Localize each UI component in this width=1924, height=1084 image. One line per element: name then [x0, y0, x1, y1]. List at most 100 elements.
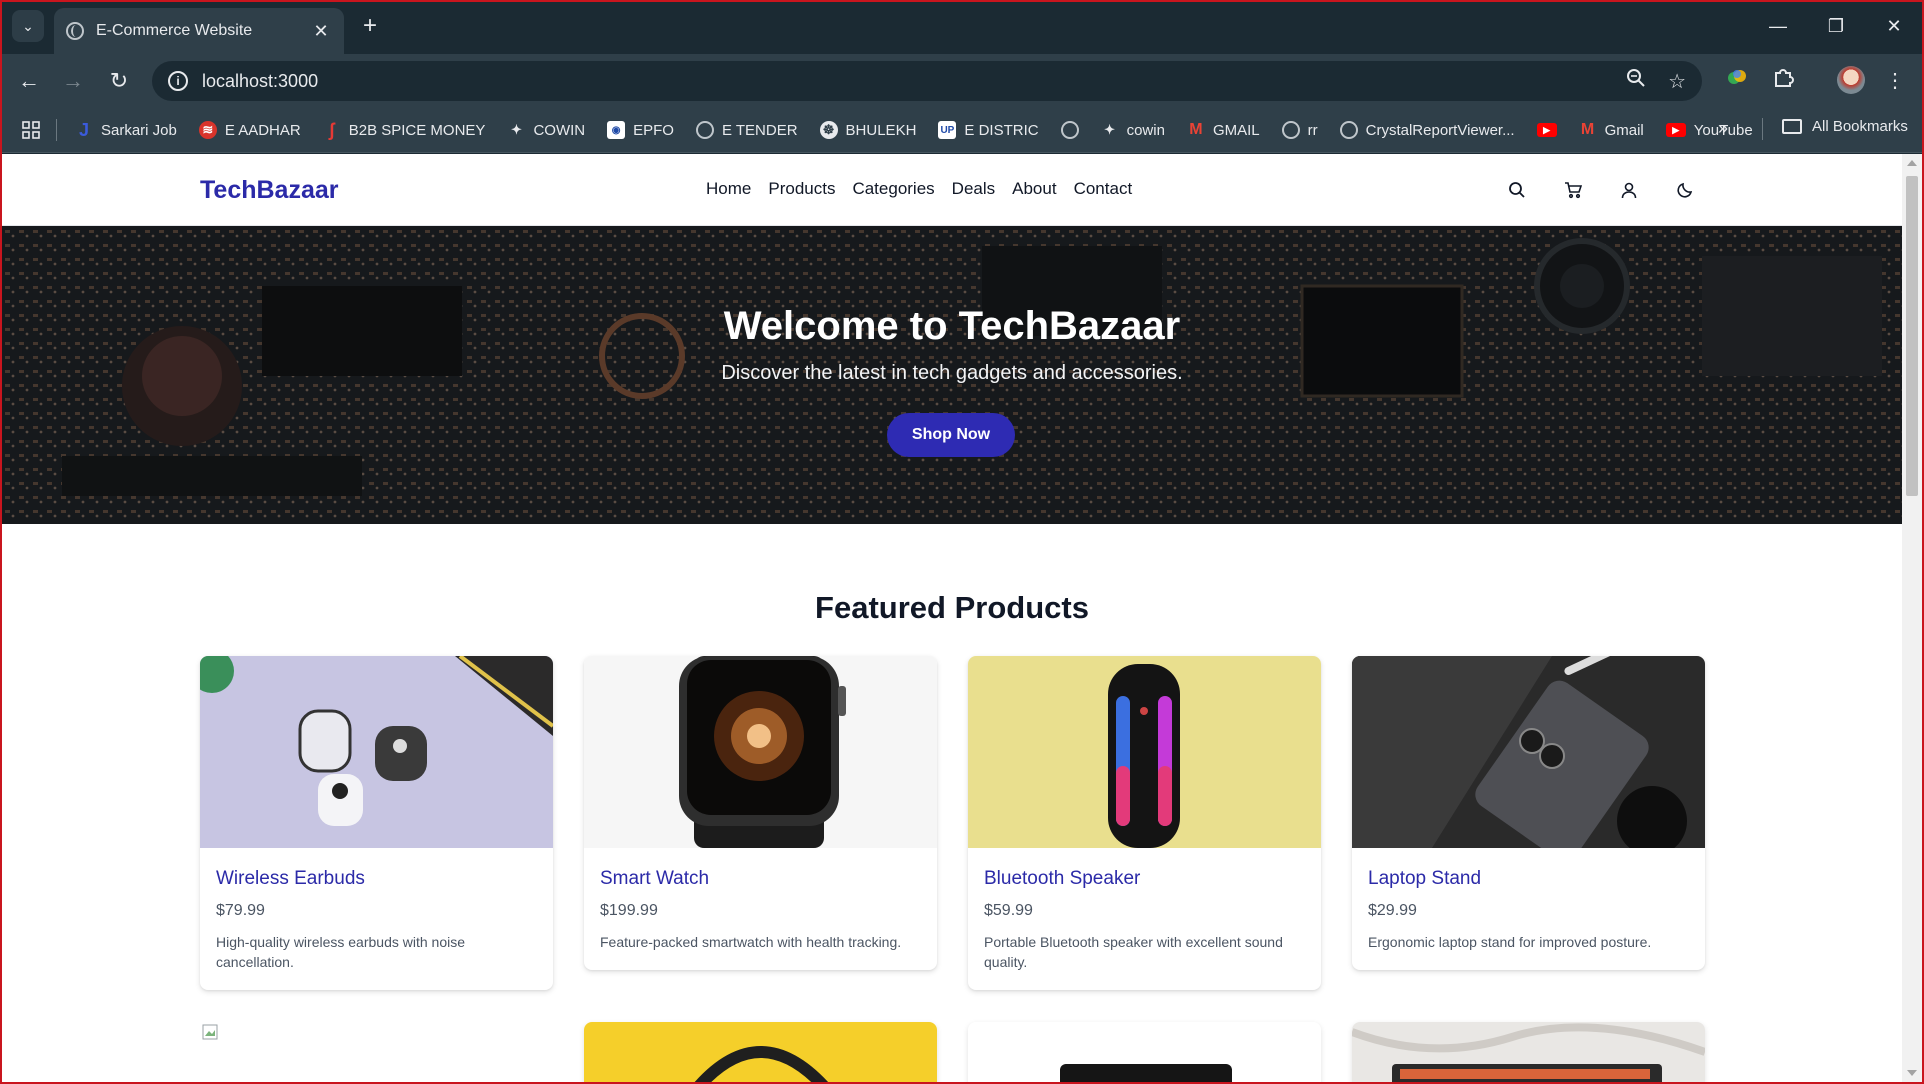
featured-products-heading: Featured Products: [815, 590, 1089, 625]
bookmark-cowin-2[interactable]: ✦ cowin: [1101, 121, 1165, 139]
gmail-icon: M: [1189, 121, 1203, 138]
url-text[interactable]: localhost:3000: [202, 71, 1604, 92]
close-window-icon[interactable]: ✕: [1874, 10, 1914, 42]
hero-subtitle: Discover the latest in tech gadgets and …: [721, 362, 1183, 384]
profile-avatar[interactable]: [1837, 66, 1865, 94]
globe-icon: [695, 121, 714, 139]
nav-contact[interactable]: Contact: [1074, 179, 1133, 199]
bookmark-star-icon[interactable]: ☆: [1668, 69, 1686, 94]
bookmark-e-distric[interactable]: UP E DISTRIC: [938, 121, 1039, 139]
extension-colorful-icon[interactable]: [1722, 66, 1752, 96]
bookmark-bhulekh[interactable]: ☸ BHULEKH: [819, 121, 916, 139]
bookmark-e-tender[interactable]: E TENDER: [695, 121, 798, 139]
forward-arrow-icon[interactable]: →: [58, 66, 88, 96]
page-scrollbar[interactable]: [1902, 154, 1922, 1082]
minimize-icon[interactable]: —: [1758, 10, 1798, 42]
product-image-headphones[interactable]: [584, 1022, 937, 1082]
product-image-laptop-stand[interactable]: [1352, 656, 1705, 848]
nav-categories[interactable]: Categories: [852, 179, 934, 199]
nav-about[interactable]: About: [1012, 179, 1056, 199]
product-image-smartwatch[interactable]: [584, 656, 937, 848]
scroll-up-arrow-icon[interactable]: [1907, 160, 1917, 166]
bookmark-crystal-report[interactable]: CrystalReportViewer...: [1339, 121, 1515, 139]
product-card-keyboard[interactable]: [1352, 1022, 1705, 1082]
product-name[interactable]: Smart Watch: [584, 848, 937, 890]
scrollbar-thumb[interactable]: [1906, 176, 1918, 496]
youtube-icon: ▶: [1665, 123, 1686, 137]
bookmark-gmail-2[interactable]: M Gmail: [1579, 121, 1644, 139]
apps-grid-icon[interactable]: [22, 121, 40, 139]
product-card[interactable]: Bluetooth Speaker $59.99 Portable Blueto…: [968, 656, 1321, 990]
bookmark-sarkari-job[interactable]: J Sarkari Job: [75, 120, 177, 140]
address-bar[interactable]: i localhost:3000 ☆: [152, 61, 1702, 101]
product-card-broken-image[interactable]: [200, 1022, 553, 1082]
site-logo[interactable]: TechBazaar: [200, 176, 339, 205]
product-name[interactable]: Laptop Stand: [1352, 848, 1705, 890]
more-bookmarks-chevron-icon[interactable]: »: [1718, 118, 1728, 139]
bookmark-youtube-icon-only[interactable]: ▶: [1536, 123, 1557, 137]
scroll-down-arrow-icon[interactable]: [1907, 1070, 1917, 1076]
moon-icon[interactable]: [1671, 176, 1699, 204]
product-name[interactable]: Wireless Earbuds: [200, 848, 553, 890]
product-card[interactable]: Wireless Earbuds $79.99 High-quality wir…: [200, 656, 553, 990]
product-image-keyboard[interactable]: [1352, 1022, 1705, 1082]
bookmark-globe[interactable]: [1060, 121, 1079, 139]
product-image-earbuds[interactable]: [200, 656, 553, 848]
product-image-speaker[interactable]: [968, 656, 1321, 848]
product-image-device[interactable]: [968, 1022, 1321, 1082]
product-name[interactable]: Bluetooth Speaker: [968, 848, 1321, 890]
page-viewport: TechBazaar Home Products Categories Deal…: [2, 154, 1902, 1082]
bookmark-cowin[interactable]: ✦ COWIN: [507, 121, 585, 139]
bookmark-youtube[interactable]: ▶ YouTube: [1665, 122, 1753, 139]
search-icon[interactable]: [1503, 176, 1531, 204]
site-info-icon[interactable]: i: [168, 71, 188, 91]
hero-banner: Welcome to TechBazaar Discover the lates…: [2, 226, 1902, 524]
reload-icon[interactable]: ↻: [104, 66, 134, 96]
product-card[interactable]: Smart Watch $199.99 Feature-packed smart…: [584, 656, 937, 970]
product-card[interactable]: Laptop Stand $29.99 Ergonomic laptop sta…: [1352, 656, 1705, 970]
active-tab[interactable]: E-Commerce Website ✕: [54, 8, 344, 54]
close-tab-icon[interactable]: ✕: [310, 21, 332, 42]
tab-search-button[interactable]: ⌄: [12, 10, 44, 42]
bookmark-e-aadhar[interactable]: ≋ E AADHAR: [198, 121, 301, 139]
restore-icon[interactable]: ❐: [1816, 10, 1856, 42]
nav-products[interactable]: Products: [768, 179, 835, 199]
sparkle-icon: ✦: [1104, 122, 1116, 137]
globe-icon: [1060, 121, 1079, 139]
bookmark-rr[interactable]: rr: [1281, 121, 1318, 139]
globe-icon: [66, 22, 84, 40]
product-price: $79.99: [216, 902, 265, 919]
zoom-icon[interactable]: [1626, 68, 1646, 94]
more-menu-icon[interactable]: ⋮: [1880, 66, 1910, 96]
bookmark-gmail[interactable]: M GMAIL: [1187, 121, 1259, 139]
user-icon[interactable]: [1615, 176, 1643, 204]
tab-strip: ⌄ E-Commerce Website ✕ + — ❐ ✕: [0, 0, 1924, 54]
product-card-device[interactable]: [968, 1022, 1321, 1082]
cart-icon[interactable]: [1559, 176, 1587, 204]
product-price: $59.99: [984, 902, 1033, 919]
product-description: High-quality wireless earbuds with noise…: [216, 934, 466, 970]
nav-home[interactable]: Home: [706, 179, 751, 199]
bookmark-epfo[interactable]: ◉ EPFO: [607, 121, 674, 139]
extensions-puzzle-icon[interactable]: [1768, 66, 1798, 96]
bookmarks-bar: J Sarkari Job ≋ E AADHAR ʃ B2B SPICE MONEY …: [0, 108, 1924, 153]
globe-icon: [1281, 121, 1300, 139]
all-bookmarks-button[interactable]: All Bookmarks: [1782, 118, 1908, 135]
bhulekh-icon: ☸: [819, 121, 838, 139]
nav-deals[interactable]: Deals: [952, 179, 995, 199]
epfo-icon: ◉: [607, 121, 626, 139]
product-description: Ergonomic laptop stand for improved post…: [1368, 934, 1652, 950]
globe-icon: [1339, 121, 1358, 139]
product-description: Portable Bluetooth speaker with excellen…: [984, 934, 1283, 970]
bookmark-b2b-spice-money[interactable]: ʃ B2B SPICE MONEY: [323, 120, 486, 140]
up-icon: UP: [938, 121, 957, 139]
main-nav: Home Products Categories Deals About Con…: [706, 179, 1132, 199]
back-arrow-icon[interactable]: ←: [14, 66, 44, 96]
folder-icon: [1782, 119, 1802, 134]
product-description: Feature-packed smartwatch with health tr…: [600, 934, 902, 950]
sparkle-icon: ✦: [511, 122, 522, 137]
shop-now-button[interactable]: Shop Now: [887, 413, 1015, 457]
chevron-down-icon: ⌄: [22, 17, 34, 34]
new-tab-button[interactable]: +: [356, 12, 384, 40]
product-card-headphones[interactable]: [584, 1022, 937, 1082]
